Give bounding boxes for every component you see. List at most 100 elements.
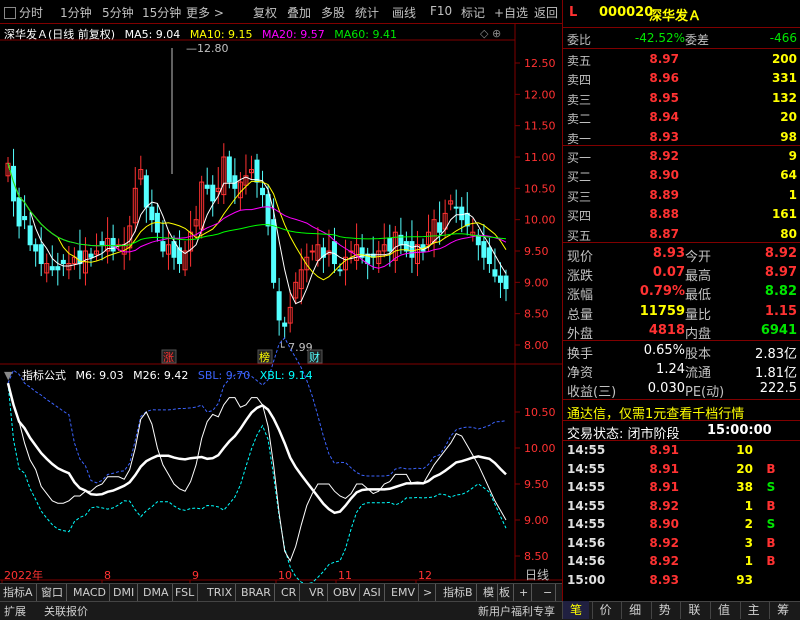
indicator-tab[interactable]: 指标A [0, 584, 37, 601]
detail-tab[interactable]: 联 [680, 601, 707, 619]
detail-tab[interactable]: 主 [739, 601, 767, 619]
stat-value: 0.79% [639, 284, 685, 300]
mark-button[interactable]: 标记 [461, 4, 485, 21]
date-label: 8 [104, 569, 111, 582]
indicator-title-line: ▼ 指标公式 M6: 9.03 M26: 9.42 SBL: 9.70 XBL:… [4, 367, 319, 383]
tick-direction: B [766, 554, 776, 568]
indicator-tab[interactable]: FSL [172, 584, 199, 601]
tick-volume: 1 [744, 498, 753, 513]
ma60-value: MA60: 9.41 [334, 28, 397, 41]
bid-level-row[interactable]: 买二 8.90 64 [563, 168, 800, 187]
indicator-tab[interactable]: BRAR [238, 584, 275, 601]
indicator-tab[interactable]: 板 [496, 584, 514, 601]
period-label: 日线 [525, 568, 549, 582]
sbl-line [7, 337, 507, 484]
extend-button[interactable]: 扩展 [4, 603, 26, 619]
indicator-tab[interactable]: VR [306, 584, 329, 601]
indicator-tab[interactable]: TRIX [204, 584, 237, 601]
adjust-button[interactable]: 复权 [253, 4, 277, 21]
5min-tab[interactable]: 5分钟 [102, 4, 134, 21]
1min-tab[interactable]: 1分钟 [60, 4, 92, 21]
price-tick-label: 8.50 [524, 308, 549, 321]
indicator-tab[interactable]: DMA [140, 584, 173, 601]
stock-name: 深华发Ａ [649, 9, 702, 24]
date-label: 10 [278, 569, 292, 582]
15min-tab[interactable]: 15分钟 [142, 4, 181, 21]
order-level-price: 8.92 [649, 149, 679, 163]
detail-tab[interactable]: 势 [650, 601, 678, 619]
back-button[interactable]: 返回 [534, 4, 558, 21]
stat-label: 收益(三) [567, 385, 617, 400]
event-badge-label: 榜 [259, 350, 270, 364]
chart-controls[interactable]: ◇ ⊕ [480, 27, 501, 40]
ask-level-row[interactable]: 卖三 8.95 132 [563, 91, 800, 110]
indicator-tab[interactable]: MACD [70, 584, 110, 601]
quote-stat-row: 涨幅 0.79% 最低 8.82 [563, 284, 800, 303]
tick-time: 14:55 [567, 517, 606, 531]
stock-code: 000020 [599, 5, 654, 20]
ask-level-row[interactable]: 卖五 8.97 200 [563, 52, 800, 71]
low-price-marker: └ 7.99 [278, 340, 313, 354]
intraday-tab[interactable]: 分时 [4, 4, 43, 21]
date-label: 9 [192, 569, 199, 582]
detail-tab[interactable]: 笔 [562, 601, 589, 619]
bid-level-row[interactable]: 买一 8.92 9 [563, 149, 800, 168]
indicator-tick-label: 9.50 [524, 478, 549, 491]
fundamental-stat-row: 收益(三) 0.030 PE(动) 222.5 [563, 381, 800, 400]
order-level-price: 8.88 [649, 207, 679, 222]
related-quotes-button[interactable]: 关联报价 [44, 603, 88, 619]
order-level-label: 卖三 [567, 92, 592, 107]
tick-direction: B [766, 461, 776, 476]
candle-body [271, 219, 277, 283]
candle-body [486, 247, 492, 265]
indicator-tab[interactable]: DMI [110, 584, 139, 601]
bid-level-row[interactable]: 买四 8.88 161 [563, 207, 800, 226]
statistics-button[interactable]: 统计 [355, 4, 379, 21]
date-label: 12 [418, 569, 432, 582]
indicator-tab[interactable]: CR [278, 584, 301, 601]
stat-value: 8.82 [764, 284, 797, 300]
stat-label: 最低 [685, 288, 712, 304]
tick-time: 15:00 [567, 572, 606, 587]
detail-tab[interactable]: 值 [710, 601, 737, 619]
new-user-promo-link[interactable]: 新用户福利专享 [478, 603, 555, 619]
overlay-button[interactable]: 叠加 [287, 4, 311, 21]
detail-tab[interactable]: 价 [591, 601, 619, 619]
indicator-name[interactable]: 指标公式 [22, 369, 66, 382]
indicator-tab[interactable]: 指标B [440, 584, 477, 601]
candle-body [226, 156, 232, 183]
indicator-tab[interactable]: EMV [388, 584, 419, 601]
tick-time: 14:55 [567, 480, 606, 494]
stat-label: 股本 [685, 347, 712, 362]
quote-panel: L 000020 深华发Ａ 委比 -42.52% 委差 -466 卖五 8.97 2… [562, 0, 800, 601]
tick-time: 14:55 [567, 461, 606, 476]
indicator-tab[interactable]: + [516, 584, 533, 601]
indicator-tab[interactable]: 窗口 [38, 584, 67, 601]
candlesticks [5, 143, 509, 339]
indicator-tab[interactable]: ASI [360, 584, 385, 601]
ask-level-row[interactable]: 卖二 8.94 20 [563, 110, 800, 129]
ask-level-row[interactable]: 卖四 8.96 331 [563, 71, 800, 90]
event-badge-label: 财 [309, 350, 320, 364]
candle-body [475, 234, 481, 246]
more-button[interactable]: 更多 > [186, 4, 224, 21]
multi-stock-button[interactable]: 多股 [321, 4, 345, 21]
draw-line-button[interactable]: 画线 [392, 4, 416, 21]
indicator-tab[interactable]: > [420, 584, 437, 601]
kline-chart[interactable]: 12.50 12.00 11.50 11.00 10.50 10.00 9.50 9.00 8.… [0, 24, 562, 594]
indicator-tick-label: 10.00 [524, 442, 556, 455]
indicator-tab[interactable]: − [540, 584, 557, 601]
event-badge-label: 涨 [163, 351, 174, 364]
add-favorite-button[interactable]: +自选 [494, 4, 528, 21]
indicator-tab[interactable]: OBV [330, 584, 361, 601]
detail-tab[interactable]: 筹 [769, 601, 796, 619]
order-level-price: 8.97 [649, 52, 679, 66]
candle-body [459, 206, 465, 221]
tick-direction: B [766, 498, 776, 513]
collapse-icon[interactable]: ▼ [4, 369, 12, 382]
detail-tab[interactable]: 细 [621, 601, 648, 619]
m26-value: M26: 9.42 [133, 369, 189, 382]
f10-button[interactable]: F10 [430, 4, 452, 18]
bid-level-row[interactable]: 买三 8.89 1 [563, 188, 800, 207]
tick-row: 14:55 8.91 38 S [563, 480, 800, 498]
